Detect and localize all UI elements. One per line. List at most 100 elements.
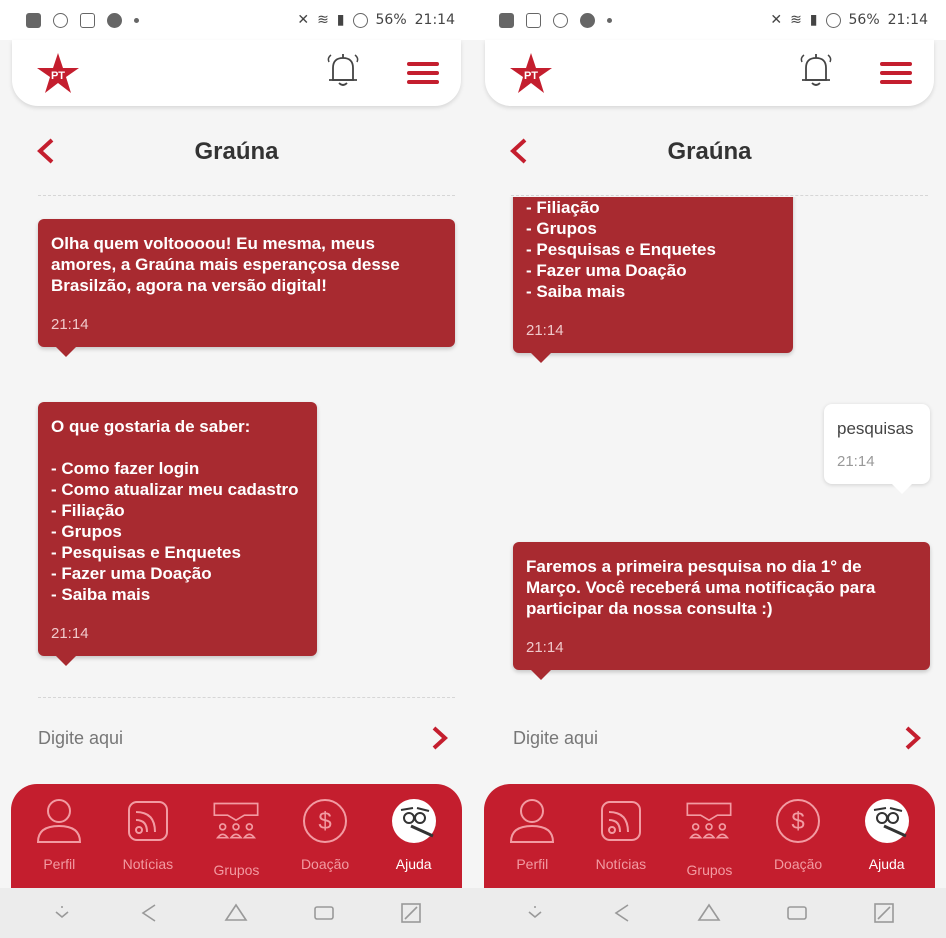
signal-icon: ▮: [809, 12, 818, 28]
home-nav-icon[interactable]: [224, 901, 248, 925]
status-time: 21:14: [887, 12, 928, 28]
nav-perfil[interactable]: Perfil: [490, 796, 574, 872]
menu-icon[interactable]: [407, 62, 439, 84]
nav-label: Perfil: [43, 856, 76, 872]
divider: [511, 195, 928, 196]
more-dot-icon: [607, 17, 612, 23]
nav-perfil[interactable]: Perfil: [17, 796, 101, 872]
android-nav-bar: [0, 888, 473, 938]
nav-label: Perfil: [516, 856, 549, 872]
app-header: PT: [12, 40, 461, 106]
donation-icon: $: [776, 799, 821, 843]
nav-label: Doação: [300, 856, 350, 872]
chat-title: Graúna: [667, 138, 752, 165]
image-icon: [526, 12, 541, 28]
home-nav-icon[interactable]: [697, 901, 721, 925]
notification-icon: [26, 12, 41, 28]
nav-label: Ajuda: [395, 856, 432, 872]
rss-icon: [127, 801, 168, 841]
bot-message: O que gostaria de saber: - Como fazer lo…: [38, 402, 317, 666]
help-bird-icon: [864, 799, 909, 843]
chat-messages[interactable]: - Filiação - Grupos - Pesquisas e Enquet…: [473, 197, 946, 695]
expand-icon[interactable]: [872, 901, 896, 925]
chat-messages[interactable]: Olha quem voltoooou! Eu mesma, meus amor…: [0, 197, 473, 695]
pt-star-logo[interactable]: PT: [36, 52, 80, 94]
nav-ajuda[interactable]: Ajuda: [845, 796, 929, 872]
rss-icon: [600, 801, 641, 841]
notification-icon: [499, 12, 514, 28]
message-time: 21:14: [837, 453, 875, 470]
wifi-icon: ≋: [790, 12, 802, 28]
nav-label: Grupos: [686, 862, 733, 878]
alarm-icon: [352, 12, 368, 28]
status-bar: ✕ ≋ ▮ 56% 21:14: [473, 0, 946, 40]
logo-text: PT: [524, 70, 538, 82]
phone-screen-right: ✕ ≋ ▮ 56% 21:14 PT Graúna - Filiação - G…: [473, 0, 946, 938]
more-dot-icon: [134, 17, 139, 23]
bot-message: - Filiação - Grupos - Pesquisas e Enquet…: [513, 197, 793, 363]
battery-text: 56%: [848, 12, 880, 28]
nav-label: Notícias: [595, 856, 647, 872]
message-time: 21:14: [51, 625, 89, 642]
bubble-tail: [529, 668, 553, 680]
send-arrow-icon[interactable]: [429, 724, 451, 752]
chat-title-bar: Graúna: [473, 130, 946, 176]
groups-icon: [686, 802, 732, 839]
recents-nav-icon[interactable]: [312, 901, 336, 925]
message-text: Olha quem voltoooou! Eu mesma, meus amor…: [51, 234, 405, 295]
message-input[interactable]: [38, 722, 398, 754]
signal-icon: ▮: [336, 12, 345, 28]
nav-grupos[interactable]: Grupos: [194, 796, 278, 878]
message-text: Faremos a primeira pesquisa no dia 1° de…: [526, 557, 881, 618]
user-message: pesquisas 21:14: [824, 404, 930, 494]
nav-label: Doação: [773, 856, 823, 872]
hide-keyboard-icon[interactable]: [50, 901, 74, 925]
message-input-row: [38, 712, 455, 764]
nav-label: Notícias: [122, 856, 174, 872]
message-text: pesquisas: [837, 419, 914, 438]
nav-doacao[interactable]: $ Doação: [283, 796, 367, 872]
donation-icon: $: [303, 799, 348, 843]
mute-icon: ✕: [297, 12, 310, 28]
battery-text: 56%: [375, 12, 407, 28]
message-time: 21:14: [526, 322, 564, 339]
nav-doacao[interactable]: $ Doação: [756, 796, 840, 872]
nav-grupos[interactable]: Grupos: [667, 796, 751, 878]
image-icon: [80, 12, 95, 28]
chrome-icon: [107, 12, 122, 28]
message-time: 21:14: [51, 316, 89, 333]
bot-message: Olha quem voltoooou! Eu mesma, meus amor…: [38, 219, 455, 357]
chat-title: Graúna: [194, 138, 279, 165]
divider: [38, 697, 455, 698]
groups-icon: [213, 802, 259, 839]
android-nav-bar: [473, 888, 946, 938]
bell-icon[interactable]: [325, 52, 361, 90]
bell-icon[interactable]: [798, 52, 834, 90]
message-input-row: [513, 712, 928, 764]
alarm-icon: [825, 12, 841, 28]
nav-noticias[interactable]: Notícias: [579, 796, 663, 872]
back-nav-icon[interactable]: [610, 901, 634, 925]
hide-keyboard-icon[interactable]: [523, 901, 547, 925]
app-notification-icon: [553, 12, 568, 28]
expand-icon[interactable]: [399, 901, 423, 925]
menu-icon[interactable]: [880, 62, 912, 84]
nav-noticias[interactable]: Notícias: [106, 796, 190, 872]
message-text: O que gostaria de saber: - Como fazer lo…: [51, 417, 299, 604]
nav-label: Grupos: [213, 862, 260, 878]
phone-screen-left: ✕ ≋ ▮ 56% 21:14 PT Graúna Olha quem volt…: [0, 0, 473, 938]
message-input[interactable]: [513, 722, 873, 754]
send-arrow-icon[interactable]: [902, 724, 924, 752]
pt-star-logo[interactable]: PT: [509, 52, 553, 94]
bubble-tail: [529, 351, 553, 363]
bottom-nav: Perfil Notícias Grupos $ Doação Ajuda: [11, 784, 462, 888]
recents-nav-icon[interactable]: [785, 901, 809, 925]
nav-ajuda[interactable]: Ajuda: [372, 796, 456, 872]
svg-text:$: $: [318, 808, 331, 835]
back-nav-icon[interactable]: [137, 901, 161, 925]
help-bird-icon: [391, 799, 436, 843]
divider: [38, 195, 455, 196]
bubble-tail: [890, 482, 914, 494]
status-time: 21:14: [414, 12, 455, 28]
message-text: - Filiação - Grupos - Pesquisas e Enquet…: [526, 198, 716, 301]
